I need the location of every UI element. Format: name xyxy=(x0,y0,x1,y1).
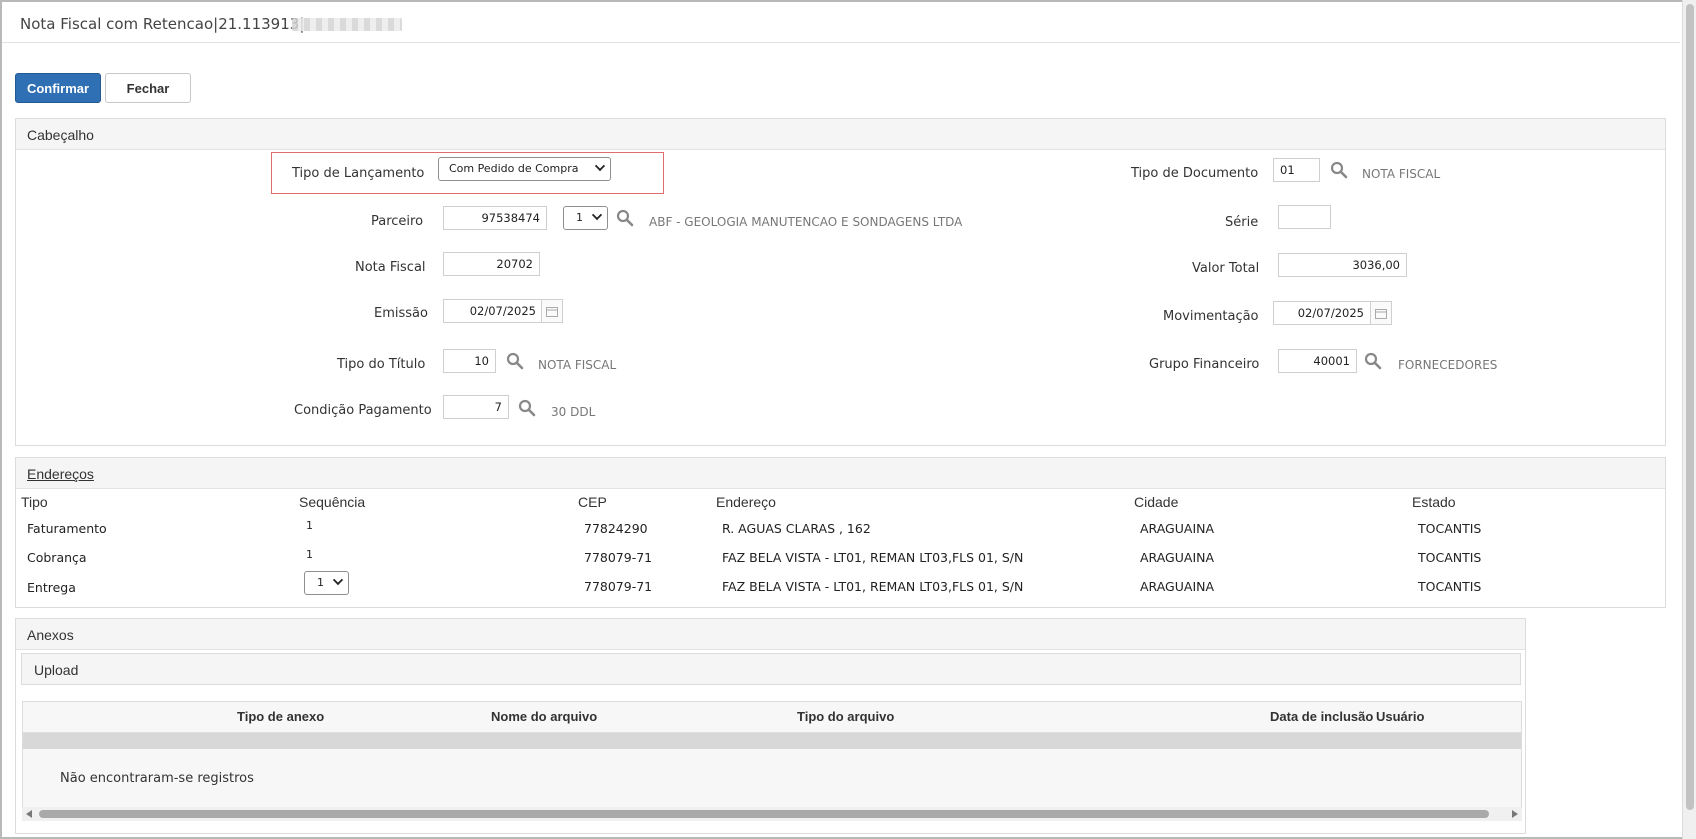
header-panel-title: Cabeçalho xyxy=(16,119,1665,150)
address-estado: TOCANTIS xyxy=(1418,550,1482,565)
condicao-pagamento-label: Condição Pagamento xyxy=(294,403,432,418)
tipo-lancamento-label: Tipo de Lançamento xyxy=(292,166,425,181)
address-cep: 77824290 xyxy=(584,521,648,536)
search-icon[interactable] xyxy=(506,352,524,370)
empty-message: Não encontraram-se registros xyxy=(60,771,254,786)
redacted-text xyxy=(292,18,402,31)
grid-separator xyxy=(23,733,1521,749)
emissao-input[interactable] xyxy=(443,299,543,323)
column-sequencia: Sequência xyxy=(299,494,366,510)
column-nome-arquivo[interactable]: Nome do arquivo xyxy=(491,709,597,724)
calendar-icon[interactable] xyxy=(541,299,563,323)
address-seq: 1 xyxy=(306,519,313,532)
addresses-panel-title[interactable]: Endereços xyxy=(16,458,1665,489)
column-tipo-arquivo[interactable]: Tipo do arquivo xyxy=(797,709,894,724)
column-cidade: Cidade xyxy=(1134,494,1179,510)
title-bar: Nota Fiscal com Retencao|21.113913| xyxy=(2,2,1680,43)
horizontal-scrollbar[interactable] xyxy=(22,807,1522,821)
vertical-scrollbar[interactable] xyxy=(1682,0,1696,839)
parceiro-seq-value: 1 xyxy=(576,211,583,224)
condicao-pagamento-input[interactable] xyxy=(443,395,509,419)
valor-total-label: Valor Total xyxy=(1192,261,1260,276)
column-endereco: Endereço xyxy=(716,494,776,510)
scroll-left-icon[interactable] xyxy=(26,810,32,818)
tipo-titulo-label: Tipo do Título xyxy=(337,357,426,372)
scroll-right-icon[interactable] xyxy=(1512,810,1518,818)
address-tipo: Faturamento xyxy=(27,521,107,536)
serie-input[interactable] xyxy=(1278,205,1331,229)
column-usuario[interactable]: Usuário xyxy=(1376,709,1424,724)
address-cep: 778079-71 xyxy=(584,579,653,594)
address-endereco: R. AGUAS CLARAS , 162 xyxy=(722,521,871,536)
address-endereco: FAZ BELA VISTA - LT01, REMAN LT03,FLS 01… xyxy=(722,550,1024,565)
scrollbar-thumb[interactable] xyxy=(39,810,1489,818)
chevron-down-icon xyxy=(594,160,606,172)
grupo-financeiro-description: FORNECEDORES xyxy=(1398,358,1498,372)
movimentacao-label: Movimentação xyxy=(1163,309,1259,324)
serie-label: Série xyxy=(1225,215,1259,230)
window-title: Nota Fiscal com Retencao|21.113913| xyxy=(20,15,305,33)
calendar-icon[interactable] xyxy=(1370,301,1392,325)
grupo-financeiro-label: Grupo Financeiro xyxy=(1149,357,1260,372)
address-tipo: Entrega xyxy=(27,580,76,595)
condicao-pagamento-description: 30 DDL xyxy=(551,405,596,419)
tipo-documento-input[interactable] xyxy=(1273,158,1320,182)
address-endereco: FAZ BELA VISTA - LT01, REMAN LT03,FLS 01… xyxy=(722,579,1024,594)
upload-panel[interactable]: Upload xyxy=(21,653,1521,685)
nota-fiscal-input[interactable] xyxy=(443,252,540,276)
parceiro-description: ABF - GEOLOGIA MANUTENCAO E SONDAGENS LT… xyxy=(649,215,963,229)
grupo-financeiro-input[interactable] xyxy=(1278,349,1357,373)
tipo-documento-description: NOTA FISCAL xyxy=(1362,167,1441,181)
search-icon[interactable] xyxy=(518,399,536,417)
search-icon[interactable] xyxy=(1364,352,1382,370)
column-data-inclusao[interactable]: Data de inclusão xyxy=(1270,709,1373,724)
tipo-documento-label: Tipo de Documento xyxy=(1131,166,1259,181)
address-estado: TOCANTIS xyxy=(1418,579,1482,594)
address-estado: TOCANTIS xyxy=(1418,521,1482,536)
tipo-lancamento-select[interactable]: Com Pedido de Compra xyxy=(438,157,611,181)
tipo-titulo-description: NOTA FISCAL xyxy=(538,358,617,372)
movimentacao-input[interactable] xyxy=(1273,301,1371,325)
address-tipo: Cobrança xyxy=(27,550,87,565)
address-cidade: ARAGUAINA xyxy=(1140,521,1215,536)
attachments-panel-title: Anexos xyxy=(16,619,1525,650)
close-button[interactable]: Fechar xyxy=(105,73,191,103)
parceiro-input[interactable] xyxy=(443,206,547,230)
entrega-seq-select[interactable]: 1 xyxy=(304,571,349,595)
column-estado: Estado xyxy=(1412,494,1456,510)
address-seq: 1 xyxy=(306,548,313,561)
address-cidade: ARAGUAINA xyxy=(1140,579,1215,594)
upload-label: Upload xyxy=(34,662,79,678)
entrega-seq-value: 1 xyxy=(317,576,324,589)
column-cep: CEP xyxy=(578,494,607,510)
address-cidade: ARAGUAINA xyxy=(1140,550,1215,565)
parceiro-label: Parceiro xyxy=(371,214,424,229)
chevron-down-icon xyxy=(591,209,603,221)
search-icon[interactable] xyxy=(1330,161,1348,179)
nota-fiscal-label: Nota Fiscal xyxy=(355,260,426,275)
valor-total-input[interactable] xyxy=(1278,253,1407,277)
tipo-titulo-input[interactable] xyxy=(443,349,496,373)
scrollbar-thumb[interactable] xyxy=(1686,4,1694,810)
chevron-down-icon xyxy=(332,574,344,586)
address-cep: 778079-71 xyxy=(584,550,653,565)
column-tipo: Tipo xyxy=(21,494,48,510)
tipo-lancamento-value: Com Pedido de Compra xyxy=(449,162,579,175)
parceiro-seq-select[interactable]: 1 xyxy=(563,206,608,230)
column-tipo-anexo[interactable]: Tipo de anexo xyxy=(237,709,324,724)
search-icon[interactable] xyxy=(616,209,634,227)
emissao-label: Emissão xyxy=(374,306,428,321)
confirm-button[interactable]: Confirmar xyxy=(15,73,101,103)
